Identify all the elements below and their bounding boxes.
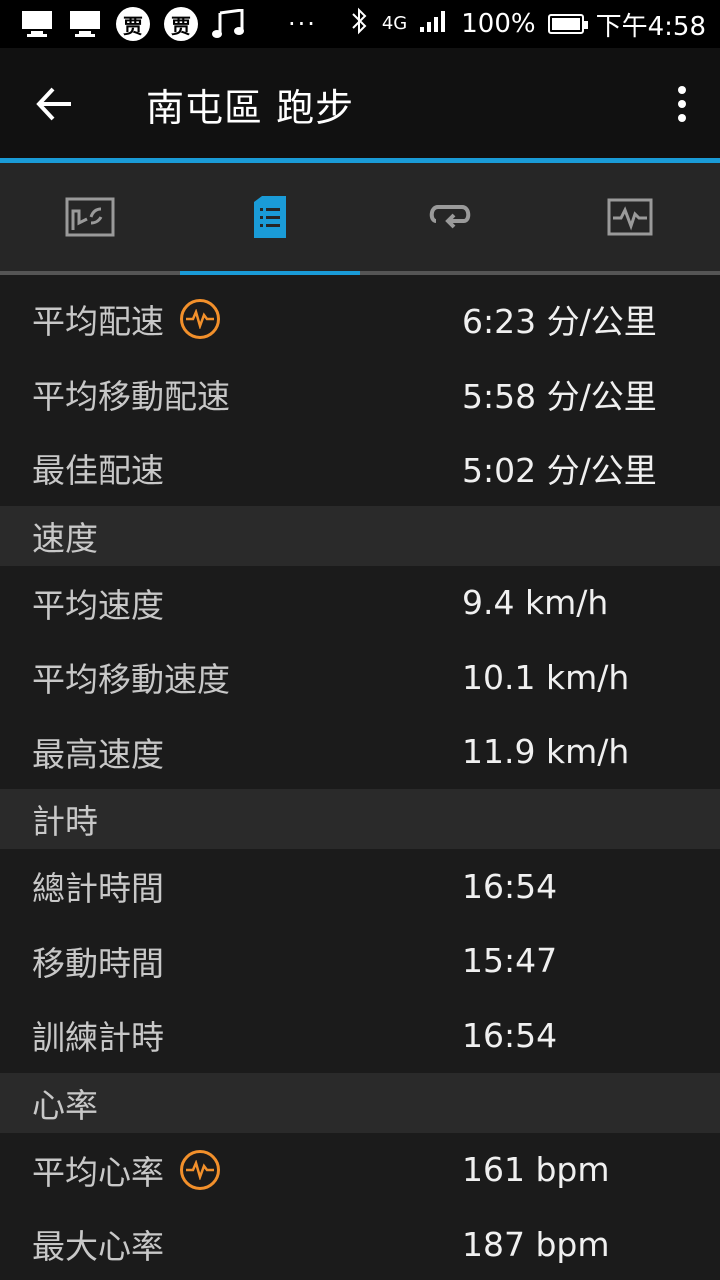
stat-value: 187 bpm xyxy=(462,1224,610,1264)
notification-icons: 贾 贾 ··· xyxy=(20,7,350,41)
stat-label: 訓練計時 xyxy=(32,1018,164,1058)
stat-value: 9.4 km/h xyxy=(462,583,609,623)
stat-row-training-time: 訓練計時 16:54 xyxy=(0,998,720,1073)
overflow-notifications-icon: ··· xyxy=(288,10,317,38)
signal-icon xyxy=(419,9,449,40)
stat-value: 6:23 分/公里 xyxy=(462,302,657,342)
tab-map[interactable] xyxy=(0,163,180,271)
system-status: 4G 100% 下午4:58 xyxy=(350,6,706,43)
stat-row-avg-moving-speed: 平均移動速度 10.1 km/h xyxy=(0,640,720,715)
coin-icon: 贾 xyxy=(164,7,198,41)
more-options-button[interactable] xyxy=(644,48,720,160)
tab-charts[interactable] xyxy=(540,163,720,271)
stat-row-avg-moving-pace: 平均移動配速 5:58 分/公里 xyxy=(0,356,720,431)
stat-label: 平均移動配速 xyxy=(32,376,230,416)
heart-rate-zone-icon[interactable] xyxy=(180,1149,220,1190)
stat-value: 161 bpm xyxy=(462,1150,610,1190)
tab-bar xyxy=(0,163,720,275)
stat-label: 最大心率 xyxy=(32,1227,164,1267)
stat-row-max-speed: 最高速度 11.9 km/h xyxy=(0,714,720,789)
more-vertical-icon xyxy=(678,86,686,122)
stat-row-avg-heart-rate: 平均心率 161 bpm xyxy=(0,1132,720,1207)
status-bar: 贾 贾 ··· 4G 100% 下午4:58 xyxy=(0,0,720,48)
laps-loop-icon xyxy=(429,205,471,229)
stat-label: 平均移動速度 xyxy=(32,660,230,700)
clock: 下午4:58 xyxy=(595,11,706,42)
stat-value: 10.1 km/h xyxy=(462,657,630,697)
page-title: 南屯區 跑步 xyxy=(146,85,355,130)
stat-value: 16:54 xyxy=(462,866,558,906)
activity-details: 平均配速 6:23 分/公里 平均移動配速 5:58 分/公里 最佳配速 5:0… xyxy=(0,282,720,1280)
heart-rate-zone-icon[interactable] xyxy=(180,299,220,340)
battery-icon xyxy=(547,14,588,34)
map-icon xyxy=(65,197,115,237)
music-note-icon xyxy=(212,9,246,39)
network-type: 4G xyxy=(381,13,408,34)
chart-icon xyxy=(607,198,653,236)
monitor-icon xyxy=(68,9,102,39)
coin-icon: 贾 xyxy=(116,7,150,41)
stat-label: 總計時間 xyxy=(32,869,164,909)
stat-value: 5:02 分/公里 xyxy=(462,451,657,491)
details-list-icon xyxy=(254,196,286,238)
stat-label: 平均配速 xyxy=(32,302,164,342)
stat-row-moving-time: 移動時間 15:47 xyxy=(0,923,720,998)
stat-row-total-time: 總計時間 16:54 xyxy=(0,849,720,924)
stat-label: 移動時間 xyxy=(32,943,164,983)
arrow-left-icon xyxy=(36,87,71,121)
section-header-speed: 速度 xyxy=(0,505,720,566)
stat-label: 最佳配速 xyxy=(32,451,164,491)
stat-label: 最高速度 xyxy=(32,734,164,774)
stat-row-avg-pace: 平均配速 6:23 分/公里 xyxy=(0,282,720,357)
battery-percent: 100% xyxy=(461,9,536,39)
app-bar: 南屯區 跑步 xyxy=(0,48,720,160)
tab-details[interactable] xyxy=(180,163,360,275)
back-button[interactable] xyxy=(0,48,110,160)
stat-row-best-pace: 最佳配速 5:02 分/公里 xyxy=(0,431,720,506)
stat-value: 15:47 xyxy=(462,941,558,981)
stat-value: 5:58 分/公里 xyxy=(462,376,657,416)
stat-row-max-heart-rate: 最大心率 187 bpm xyxy=(0,1207,720,1280)
stat-value: 11.9 km/h xyxy=(462,732,630,772)
bluetooth-icon xyxy=(350,6,370,43)
stat-label: 平均心率 xyxy=(32,1152,164,1192)
section-header-heart-rate: 心率 xyxy=(0,1072,720,1133)
stat-row-avg-speed: 平均速度 9.4 km/h xyxy=(0,565,720,640)
section-header-timing: 計時 xyxy=(0,789,720,849)
stat-value: 16:54 xyxy=(462,1015,558,1055)
monitor-icon xyxy=(20,9,54,39)
stat-label: 平均速度 xyxy=(32,585,164,625)
tab-laps[interactable] xyxy=(360,163,540,271)
